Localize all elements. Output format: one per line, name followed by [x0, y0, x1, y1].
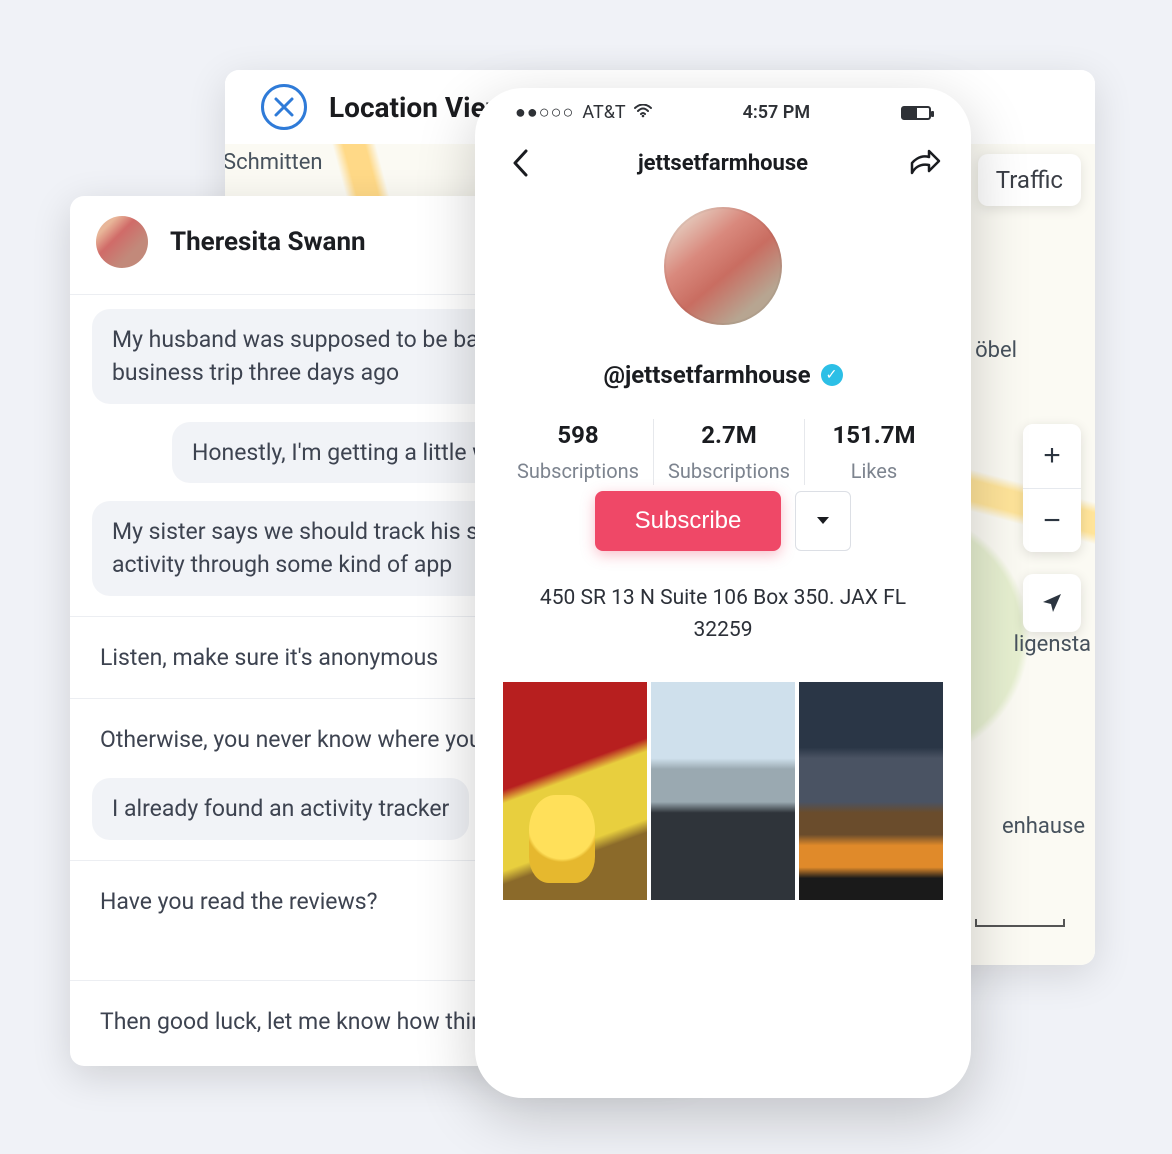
video-thumbnail[interactable]: [799, 682, 943, 900]
more-options-button[interactable]: [795, 491, 851, 551]
locate-me-button[interactable]: [1023, 574, 1081, 632]
wifi-icon: [634, 103, 652, 122]
handle-row: @jettsetfarmhouse ✓: [603, 361, 842, 389]
share-icon[interactable]: [909, 147, 941, 179]
status-time: 4:57 PM: [743, 102, 811, 123]
close-icon[interactable]: [261, 84, 307, 130]
zoom-out-button[interactable]: −: [1023, 488, 1081, 552]
stat-value: 2.7M: [668, 421, 790, 449]
zoom-in-button[interactable]: +: [1023, 424, 1081, 488]
traffic-toggle[interactable]: Traffic: [978, 154, 1081, 206]
map-place-label: enhause: [1002, 814, 1085, 839]
video-thumbnail[interactable]: [503, 682, 647, 900]
map-place-label: öbel: [975, 338, 1017, 363]
profile-header: jettsetfarmhouse: [475, 129, 971, 197]
stat-followers[interactable]: 2.7M Subscriptions: [653, 419, 804, 485]
zoom-controls: + −: [1023, 424, 1081, 552]
chat-contact-name: Theresita Swann: [170, 227, 366, 257]
stat-label: Subscriptions: [668, 459, 790, 483]
stat-value: 598: [517, 421, 639, 449]
battery-icon: [901, 106, 931, 120]
profile-grid: [503, 682, 943, 900]
subscribe-button[interactable]: Subscribe: [595, 491, 782, 551]
stat-label: Likes: [819, 459, 929, 483]
carrier-label: AT&T: [582, 102, 625, 123]
video-thumbnail[interactable]: [651, 682, 795, 900]
status-bar: ●●○○○ AT&T 4:57 PM: [475, 88, 971, 129]
verified-icon: ✓: [821, 364, 843, 386]
chat-message: I already found an activity tracker: [92, 778, 469, 839]
stat-value: 151.7M: [819, 421, 929, 449]
stat-likes[interactable]: 151.7M Likes: [804, 419, 943, 485]
stat-label: Subscriptions: [517, 459, 639, 483]
map-place-label: ligensta: [1014, 632, 1091, 657]
profile-body: @jettsetfarmhouse ✓ 598 Subscriptions 2.…: [475, 197, 971, 900]
signal-icon: ●●○○○: [515, 102, 574, 123]
profile-bio: 450 SR 13 N Suite 106 Box 350. JAX FL 32…: [513, 583, 933, 646]
stat-subscriptions[interactable]: 598 Subscriptions: [503, 419, 653, 485]
map-place-label: Schmitten: [225, 150, 323, 175]
profile-handle: @jettsetfarmhouse: [603, 361, 810, 389]
profile-title: jettsetfarmhouse: [638, 151, 808, 176]
phone-frame: ●●○○○ AT&T 4:57 PM jettsetfarmhouse @jet…: [475, 88, 971, 1098]
cta-row: Subscribe: [595, 491, 852, 551]
back-icon[interactable]: [505, 147, 537, 179]
avatar[interactable]: [664, 207, 782, 325]
profile-stats: 598 Subscriptions 2.7M Subscriptions 151…: [503, 419, 943, 485]
avatar[interactable]: [96, 216, 148, 268]
